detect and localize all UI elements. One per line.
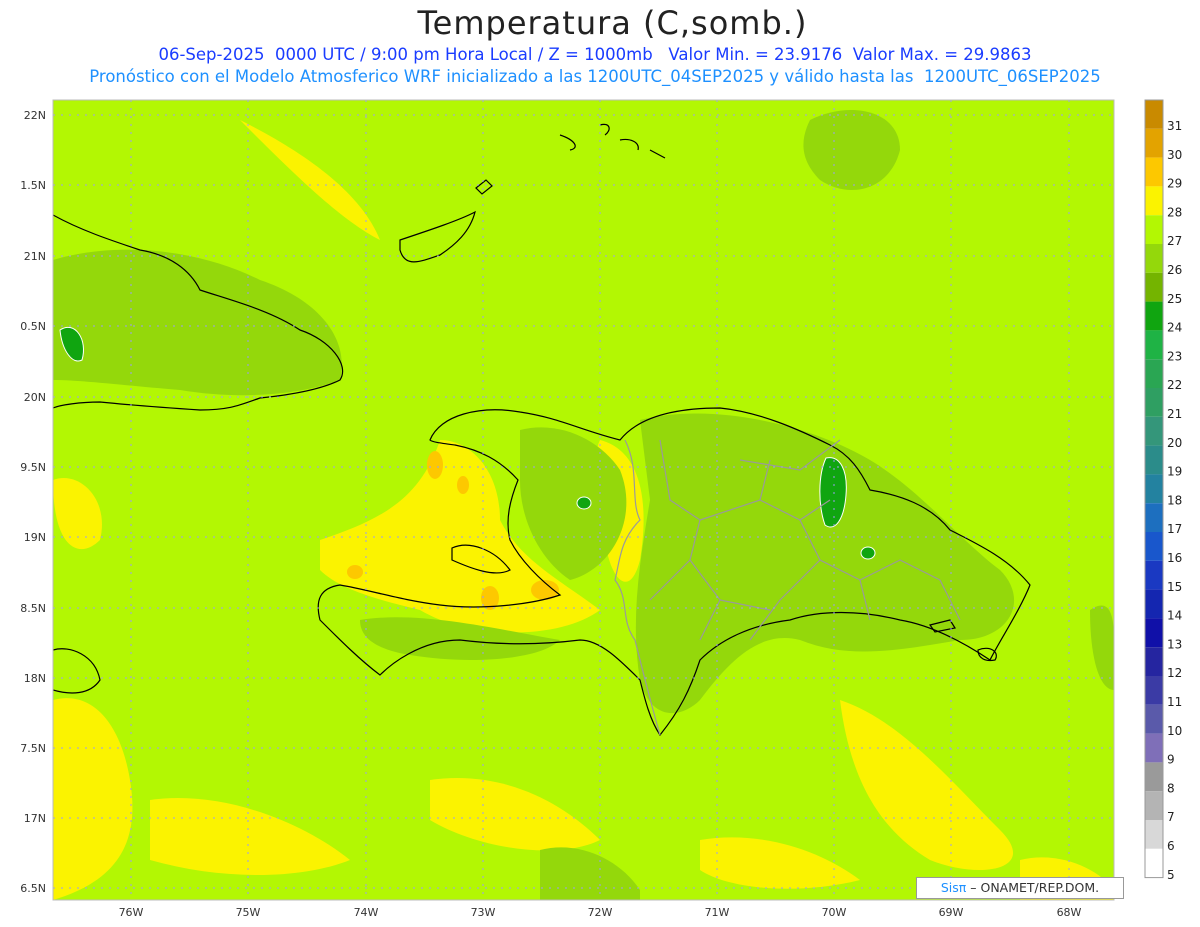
colorbar-swatch xyxy=(1145,791,1163,820)
lat-label: 19N xyxy=(24,531,46,544)
colorbar-label: 31 xyxy=(1167,119,1182,133)
colorbar-swatch xyxy=(1145,272,1163,302)
lon-label: 76W xyxy=(119,906,144,919)
colorbar-swatch xyxy=(1145,733,1163,763)
lat-label: 17N xyxy=(24,812,46,825)
colorbar-label: 24 xyxy=(1167,321,1182,335)
colorbar-swatch xyxy=(1145,359,1163,388)
forecast-map: 22N 1.5N 21N 0.5N 20N 9.5N 19N 8.5N 18N … xyxy=(20,99,1182,919)
colorbar-swatch xyxy=(1145,532,1163,561)
lat-label: 8.5N xyxy=(20,602,46,615)
colorbar-label: 21 xyxy=(1167,407,1182,421)
colorbar-label: 5 xyxy=(1167,868,1175,882)
lon-label: 72W xyxy=(588,906,613,919)
colorbar-label: 15 xyxy=(1167,580,1182,594)
lat-label: 1.5N xyxy=(20,179,46,192)
latitude-axis: 22N 1.5N 21N 0.5N 20N 9.5N 19N 8.5N 18N … xyxy=(20,109,46,895)
lon-label: 74W xyxy=(354,906,379,919)
colorbar-swatch xyxy=(1145,445,1163,475)
colorbar-swatch xyxy=(1145,244,1163,273)
colorbar: 31 30 29 28 27 26 25 24 23 22 21 20 19 18 17 16 15 14 13 12… xyxy=(1144,99,1182,882)
colorbar-swatch xyxy=(1145,560,1163,590)
lon-label: 70W xyxy=(822,906,847,919)
colorbar-swatch xyxy=(1145,762,1163,792)
colorbar-label: 17 xyxy=(1167,522,1182,536)
colorbar-label: 18 xyxy=(1167,493,1182,507)
colorbar-label: 6 xyxy=(1167,839,1175,853)
colorbar-swatch xyxy=(1145,128,1163,158)
colorbar-label: 27 xyxy=(1167,234,1182,248)
lat-label: 21N xyxy=(24,250,46,263)
lat-label: 6.5N xyxy=(20,882,46,895)
lat-label: 7.5N xyxy=(20,742,46,755)
colorbar-swatch xyxy=(1145,157,1163,187)
lat-label: 0.5N xyxy=(20,320,46,333)
colorbar-label: 7 xyxy=(1167,810,1175,824)
colorbar-label: 26 xyxy=(1167,263,1182,277)
colorbar-label: 30 xyxy=(1167,148,1182,162)
colorbar-label: 20 xyxy=(1167,436,1182,450)
colorbar-label: 22 xyxy=(1167,378,1182,392)
lat-label: 22N xyxy=(24,109,46,122)
colorbar-swatch xyxy=(1145,589,1163,619)
colorbar-swatch xyxy=(1145,704,1163,734)
colorbar-swatch xyxy=(1145,618,1163,648)
colorbar-label: 25 xyxy=(1167,292,1182,306)
colorbar-swatch xyxy=(1145,474,1163,504)
lon-label: 75W xyxy=(236,906,261,919)
colorbar-swatch xyxy=(1145,186,1163,216)
lon-label: 69W xyxy=(939,906,964,919)
colorbar-label: 14 xyxy=(1167,609,1182,623)
lat-label: 20N xyxy=(24,391,46,404)
colorbar-label: 8 xyxy=(1167,781,1175,795)
colorbar-swatch xyxy=(1145,676,1163,705)
colorbar-swatch xyxy=(1145,330,1163,360)
lat-label: 18N xyxy=(24,672,46,685)
colorbar-swatch xyxy=(1145,388,1163,417)
colorbar-swatch xyxy=(1145,503,1163,532)
colorbar-swatch xyxy=(1145,100,1163,129)
lon-label: 68W xyxy=(1057,906,1082,919)
colorbar-swatch xyxy=(1145,848,1163,878)
colorbar-swatch xyxy=(1145,416,1163,446)
colorbar-label: 16 xyxy=(1167,551,1182,565)
longitude-axis: 76W 75W 74W 73W 72W 71W 70W 69W 68W xyxy=(119,906,1082,919)
colorbar-label: 13 xyxy=(1167,637,1182,651)
colorbar-label: 28 xyxy=(1167,205,1182,219)
credit-text: – ONAMET/REP.DOM. xyxy=(966,880,1100,895)
sistema-logo: Sisπ xyxy=(940,880,967,895)
lon-label: 73W xyxy=(471,906,496,919)
colorbar-swatch xyxy=(1145,215,1163,244)
colorbar-label: 11 xyxy=(1167,695,1182,709)
lat-label: 9.5N xyxy=(20,461,46,474)
colorbar-label: 23 xyxy=(1167,349,1182,363)
colorbar-label: 12 xyxy=(1167,666,1182,680)
credit-box: Sisπ – ONAMET/REP.DOM. xyxy=(916,877,1124,899)
colorbar-label: 19 xyxy=(1167,465,1182,479)
colorbar-label: 10 xyxy=(1167,724,1182,738)
colorbar-label: 9 xyxy=(1167,753,1175,767)
lon-label: 71W xyxy=(705,906,730,919)
colorbar-swatch xyxy=(1145,820,1163,849)
colorbar-swatch xyxy=(1145,647,1163,676)
colorbar-label: 29 xyxy=(1167,177,1182,191)
colorbar-swatch xyxy=(1145,301,1163,331)
